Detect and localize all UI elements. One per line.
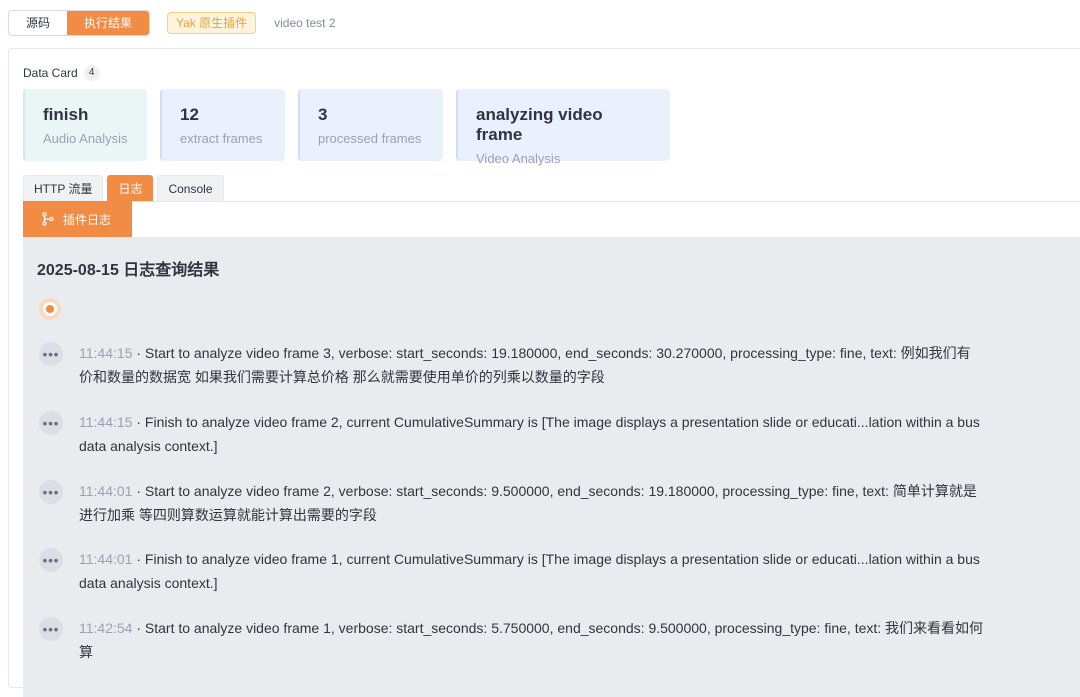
log-heading: 2025-08-15 日志查询结果 [37, 262, 220, 279]
log-entry-time: 11:44:01 [79, 551, 133, 567]
ellipsis-icon: ••• [39, 411, 63, 435]
data-card-label: Video Analysis [476, 151, 561, 166]
log-entry-message-cont: 进行加乘 等四则算数运算就能计算出需要的字段 [79, 507, 377, 523]
execution-result-button[interactable]: 执行结果 [67, 11, 149, 35]
plugin-name: video test 2 [274, 16, 336, 30]
log-entry-time: 11:44:15 [79, 414, 133, 430]
data-card-label: Audio Analysis [43, 131, 128, 146]
data-card-title: Data Card [23, 66, 78, 80]
tab-http-traffic[interactable]: HTTP 流量 [23, 175, 104, 201]
log-entry-message-cont: 算 [79, 644, 93, 660]
log-entry-message-cont: data analysis context.] [79, 575, 218, 591]
tab-log[interactable]: 日志 [107, 175, 154, 201]
ellipsis-icon: ••• [39, 548, 63, 572]
data-card-header: Data Card 4 [23, 65, 100, 81]
top-toolbar: 源码 执行结果 Yak 原生插件 video test 2 [8, 10, 336, 36]
log-entry-time: 11:44:01 [79, 483, 133, 499]
tab-console[interactable]: Console [157, 175, 224, 201]
result-tabs: HTTP 流量 日志 Console [23, 175, 228, 201]
data-card-value: 12 [180, 105, 199, 124]
source-code-button[interactable]: 源码 [9, 11, 67, 35]
tabs-divider [23, 201, 1080, 202]
log-timeline[interactable]: 2025-08-15 日志查询结果 ••• 11:44:15 · Start t… [23, 237, 1080, 697]
ellipsis-icon: ••• [39, 480, 63, 504]
log-entry-message-cont: 价和数量的数据宽 如果我们需要计算总价格 那么就需要使用单价的列乘以数量的字段 [79, 369, 605, 385]
log-entry-message: · Finish to analyze video frame 2, curre… [132, 414, 980, 430]
log-entry-message: · Start to analyze video frame 1, verbos… [132, 620, 984, 636]
log-entry-message-cont: data analysis context.] [79, 438, 218, 454]
data-card-value: analyzing video frame [476, 105, 603, 144]
data-card-audio-analysis: finish Audio Analysis [23, 89, 147, 161]
data-card-label: extract frames [180, 131, 263, 146]
data-card-count-badge: 4 [83, 65, 100, 81]
data-card-video-analysis: analyzing video frame Video Analysis [456, 89, 670, 166]
data-card-extract-frames: 12 extract frames [160, 89, 285, 161]
result-panel: Data Card 4 finish Audio Analysis 12 ext… [8, 48, 1080, 697]
data-card-value: 3 [318, 105, 328, 124]
view-toggle: 源码 执行结果 [8, 10, 150, 36]
log-entry-message: · Start to analyze video frame 2, verbos… [132, 483, 977, 499]
data-card-value: finish [43, 105, 89, 124]
plugin-type-tag: Yak 原生插件 [167, 12, 257, 34]
ellipsis-icon: ••• [39, 342, 63, 366]
log-entry-time: 11:44:15 [79, 345, 133, 361]
data-card-processed-frames: 3 processed frames [298, 89, 443, 161]
log-entry-message: · Start to analyze video frame 3, verbos… [132, 345, 971, 361]
plugin-log-label: 插件日志 [63, 212, 112, 227]
log-entry-text: 11:44:15 · Finish to analyze video frame… [79, 410, 1080, 458]
log-entry-message: · Finish to analyze video frame 1, curre… [132, 551, 980, 567]
log-entry-text: 11:44:01 · Finish to analyze video frame… [79, 547, 1080, 595]
ellipsis-icon: ••• [39, 617, 63, 641]
log-entry-text: 11:42:54 · Start to analyze video frame … [79, 616, 1080, 664]
tab-plugin-log[interactable]: 插件日志 [23, 201, 132, 237]
log-entry-text: 11:44:15 · Start to analyze video frame … [79, 341, 1080, 389]
branch-icon [42, 212, 54, 226]
timeline-start-dot [39, 298, 61, 320]
log-entry-text: 11:44:01 · Start to analyze video frame … [79, 479, 1080, 527]
data-cards: finish Audio Analysis 12 extract frames … [23, 89, 683, 166]
log-entry-time: 11:42:54 [79, 620, 133, 636]
data-card-label: processed frames [318, 131, 422, 146]
